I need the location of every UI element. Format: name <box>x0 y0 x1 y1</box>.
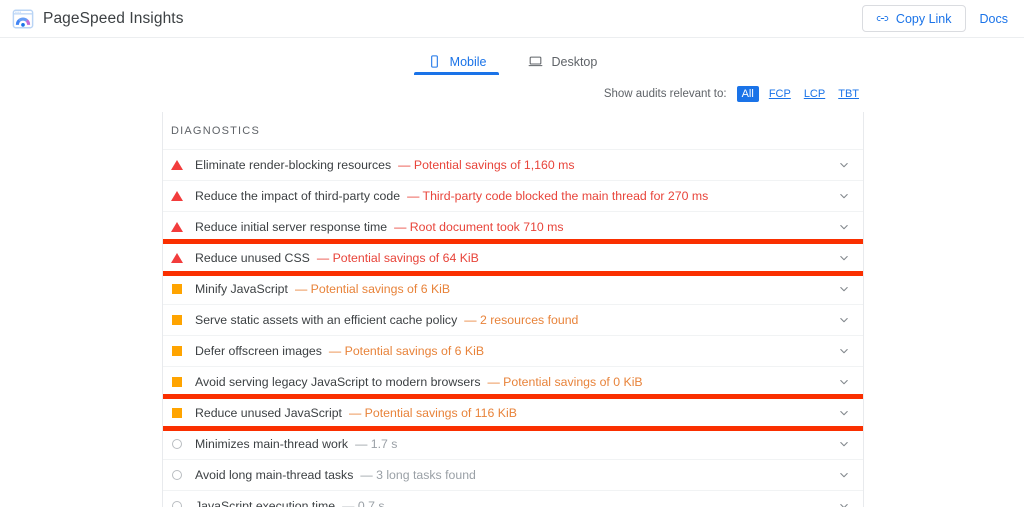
audit-title: Reduce the impact of third-party code <box>195 189 401 203</box>
audit-title: Serve static assets with an efficient ca… <box>195 313 458 327</box>
chevron-down-icon[interactable] <box>837 344 851 358</box>
audit-row[interactable]: Reduce initial server response time — Roo… <box>163 211 863 242</box>
copy-link-label: Copy Link <box>895 11 952 26</box>
audit-filters: Show audits relevant to: All FCP LCP TBT <box>162 83 864 105</box>
audit-detail: — Potential savings of 116 KiB <box>348 406 517 420</box>
audit-marker <box>171 439 183 449</box>
chevron-down-icon[interactable] <box>837 499 851 507</box>
tab-mobile[interactable]: Mobile <box>413 54 500 75</box>
device-tabs: Mobile Desktop <box>0 45 1024 75</box>
audit-marker <box>171 191 183 201</box>
chevron-down-icon[interactable] <box>837 220 851 234</box>
audit-detail: — 3 long tasks found <box>360 468 476 482</box>
diagnostics-section-title: DIAGNOSTICS <box>171 125 260 137</box>
audit-title: Minify JavaScript <box>195 282 288 296</box>
orange-square-icon <box>172 315 182 325</box>
audit-row[interactable]: Minimizes main-thread work — 1.7 s <box>163 428 863 459</box>
audit-marker <box>171 346 183 356</box>
audit-detail: — 1.7 s <box>355 437 398 451</box>
chevron-down-icon[interactable] <box>837 437 851 451</box>
audit-marker <box>171 315 183 325</box>
tab-desktop-label: Desktop <box>551 54 598 69</box>
audit-title: Defer offscreen images <box>195 344 322 358</box>
audit-marker <box>171 377 183 387</box>
chevron-down-icon[interactable] <box>837 468 851 482</box>
audit-filters-label: Show audits relevant to: <box>603 88 727 100</box>
laptop-icon <box>528 54 543 69</box>
phone-icon <box>427 54 442 69</box>
chevron-down-icon[interactable] <box>837 189 851 203</box>
audit-row[interactable]: Eliminate render-blocking resources — Pot… <box>163 149 863 180</box>
link-icon <box>876 12 889 25</box>
audit-row[interactable]: Defer offscreen images — Potential saving… <box>163 335 863 366</box>
audit-detail: — 2 resources found <box>464 313 579 327</box>
audit-row[interactable]: JavaScript execution time — 0.7 s <box>163 490 863 507</box>
chevron-down-icon[interactable] <box>837 313 851 327</box>
audit-marker <box>171 284 183 294</box>
audit-marker <box>171 408 183 418</box>
audit-title: Minimizes main-thread work <box>195 437 349 451</box>
audit-row[interactable]: Reduce unused CSS — Potential savings of … <box>163 242 863 273</box>
filter-fcp[interactable]: FCP <box>766 87 794 101</box>
tab-desktop[interactable]: Desktop <box>524 54 601 75</box>
audit-detail: — Potential savings of 6 KiB <box>294 282 451 296</box>
audit-marker <box>171 253 183 263</box>
orange-square-icon <box>172 346 182 356</box>
chevron-down-icon[interactable] <box>837 251 851 265</box>
audit-detail: — Potential savings of 64 KiB <box>316 251 479 265</box>
red-triangle-icon <box>171 191 183 201</box>
audit-row[interactable]: Avoid long main-thread tasks — 3 long tas… <box>163 459 863 490</box>
audit-marker <box>171 501 183 507</box>
audit-detail: — Root document took 710 ms <box>394 220 564 234</box>
audit-row[interactable]: Avoid serving legacy JavaScript to moder… <box>163 366 863 397</box>
audit-title: Reduce initial server response time <box>195 220 388 234</box>
chevron-down-icon[interactable] <box>837 282 851 296</box>
audit-detail: — 0.7 s <box>342 499 385 507</box>
audit-list: Eliminate render-blocking resources — Pot… <box>163 149 863 507</box>
filter-tbt[interactable]: TBT <box>835 87 862 101</box>
orange-square-icon <box>172 408 182 418</box>
chevron-down-icon[interactable] <box>837 406 851 420</box>
audit-row[interactable]: Minify JavaScript — Potential savings of … <box>163 273 863 304</box>
filter-lcp[interactable]: LCP <box>801 87 828 101</box>
audit-title: Reduce unused JavaScript <box>195 406 342 420</box>
brand[interactable]: PageSpeed Insights <box>12 8 184 30</box>
chevron-down-icon[interactable] <box>837 375 851 389</box>
diagnostics-panel: DIAGNOSTICS Eliminate render-blocking re… <box>162 112 864 507</box>
red-triangle-icon <box>171 253 183 263</box>
audit-marker <box>171 160 183 170</box>
audit-title: JavaScript execution time <box>195 499 336 507</box>
copy-link-button[interactable]: Copy Link <box>861 5 966 32</box>
filter-all[interactable]: All <box>736 86 759 102</box>
pagespeed-gauge-icon <box>12 8 34 30</box>
audit-title: Avoid serving legacy JavaScript to moder… <box>195 375 481 389</box>
header-actions: Copy Link Docs <box>861 5 1008 32</box>
docs-link[interactable]: Docs <box>980 12 1008 26</box>
audit-row[interactable]: Reduce the impact of third-party code — T… <box>163 180 863 211</box>
audit-detail: — Potential savings of 1,160 ms <box>398 158 575 172</box>
audit-title: Reduce unused CSS <box>195 251 310 265</box>
audit-marker <box>171 222 183 232</box>
gray-circle-icon <box>172 439 182 449</box>
audit-detail: — Third-party code blocked the main thre… <box>407 189 709 203</box>
red-triangle-icon <box>171 222 183 232</box>
audit-row[interactable]: Reduce unused JavaScript — Potential savi… <box>163 397 863 428</box>
gray-circle-icon <box>172 470 182 480</box>
app-title: PageSpeed Insights <box>43 9 184 27</box>
audit-detail: — Potential savings of 0 KiB <box>487 375 643 389</box>
red-triangle-icon <box>171 160 183 170</box>
content-column: Show audits relevant to: All FCP LCP TBT… <box>162 83 864 507</box>
orange-square-icon <box>172 377 182 387</box>
tab-mobile-label: Mobile <box>449 54 487 69</box>
audit-title: Avoid long main-thread tasks <box>195 468 354 482</box>
app-header: PageSpeed Insights Copy Link Docs <box>0 0 1024 38</box>
audit-title: Eliminate render-blocking resources <box>195 158 392 172</box>
orange-square-icon <box>172 284 182 294</box>
audit-row[interactable]: Serve static assets with an efficient ca… <box>163 304 863 335</box>
gray-circle-icon <box>172 501 182 507</box>
audit-detail: — Potential savings of 6 KiB <box>328 344 485 358</box>
chevron-down-icon[interactable] <box>837 158 851 172</box>
audit-marker <box>171 470 183 480</box>
